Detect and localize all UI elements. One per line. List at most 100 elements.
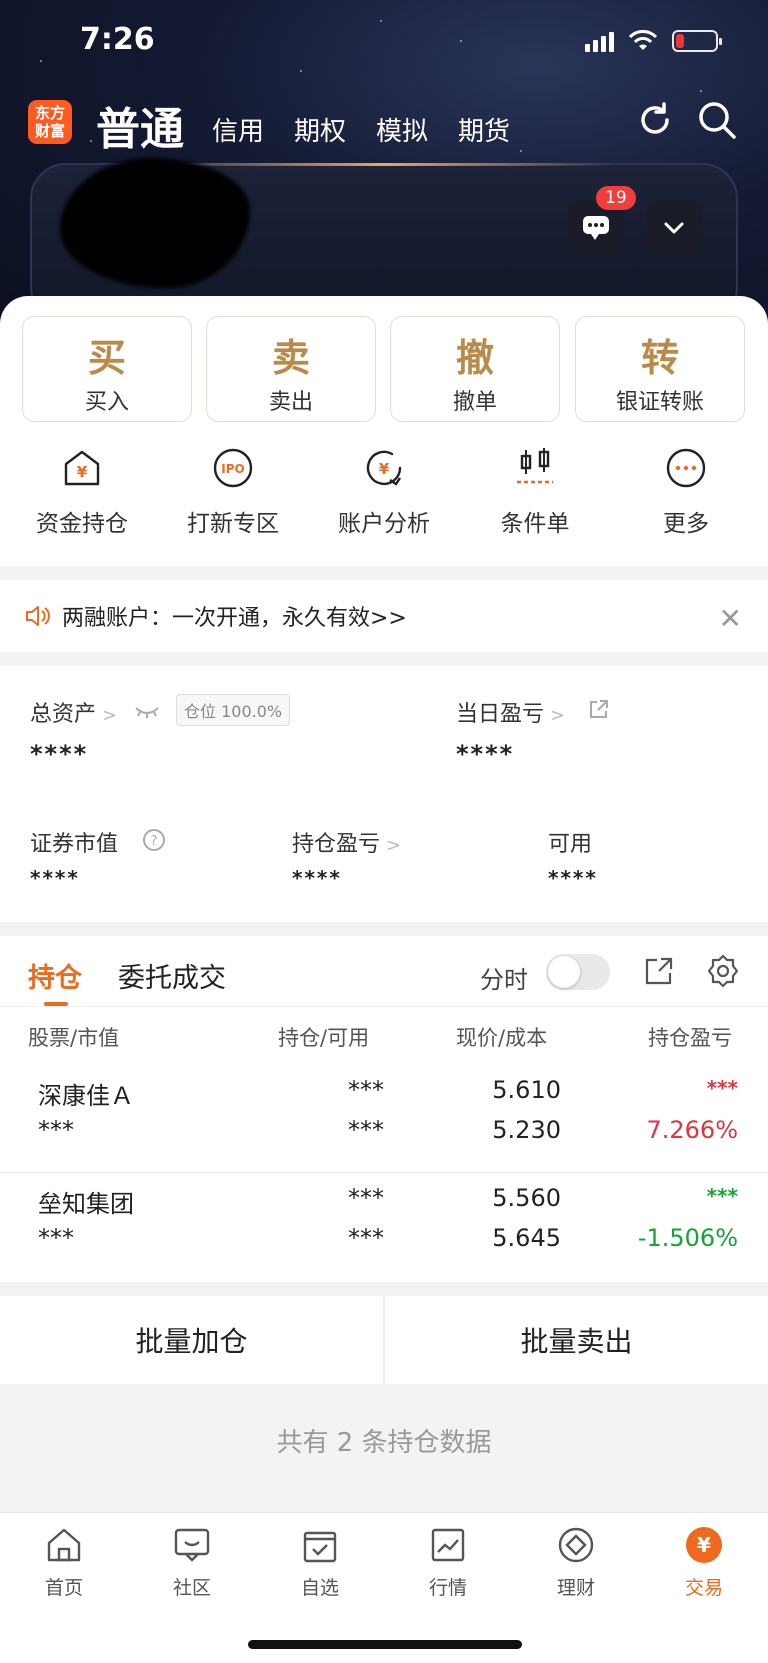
holding-pl-amount: *** bbox=[706, 1076, 738, 1100]
col-stock-value: 股票/市值 bbox=[28, 1026, 120, 1050]
daily-pl-label[interactable]: 当日盈亏 > bbox=[456, 696, 565, 728]
holding-pl-percent: -1.506% bbox=[637, 1224, 738, 1252]
trade-panel: 买 买入 卖 卖出 撤 撤单 转 银证转账 ¥ 资金持仓 IPO 打新专区 ¥ … bbox=[0, 296, 768, 566]
tab-credit[interactable]: 信用 bbox=[212, 111, 264, 148]
table-row[interactable]: 垒知集团 *** *** *** 5.560 5.645 *** -1.506% bbox=[0, 1174, 768, 1280]
stock-name: 深康佳Ａ bbox=[38, 1082, 134, 1110]
holding-pl-label[interactable]: 持仓盈亏 > bbox=[292, 826, 401, 858]
wealth-icon bbox=[558, 1527, 594, 1563]
tabbar-trade[interactable]: ¥ 交易 bbox=[654, 1525, 754, 1600]
quick-more[interactable]: 更多 bbox=[611, 446, 761, 538]
total-assets-label[interactable]: 总资产 > bbox=[30, 696, 117, 728]
share-icon[interactable] bbox=[588, 698, 610, 720]
bank-transfer-button[interactable]: 转 银证转账 bbox=[575, 316, 745, 422]
tab-normal[interactable]: 普通 bbox=[96, 93, 184, 157]
cost-price: 5.230 bbox=[492, 1116, 561, 1144]
assets-summary: 总资产 > 仓位 100.0% **** 当日盈亏 > **** 证券市值 ? **… bbox=[0, 666, 768, 922]
margin-notice-banner[interactable]: 两融账户：一次开通，永久有效>> ✕ bbox=[0, 580, 768, 652]
buy-button[interactable]: 买 买入 bbox=[22, 316, 192, 422]
market-icon bbox=[431, 1528, 465, 1562]
holdings-count-text: 共有 2 条持仓数据 bbox=[276, 1428, 492, 1458]
sell-button[interactable]: 卖 卖出 bbox=[206, 316, 376, 422]
quick-fund-holdings[interactable]: ¥ 资金持仓 bbox=[7, 446, 157, 538]
holding-pl-value: **** bbox=[292, 866, 342, 890]
home-indicator bbox=[248, 1640, 522, 1649]
home-icon bbox=[47, 1528, 81, 1562]
market-value: **** bbox=[30, 866, 80, 890]
status-icons bbox=[585, 30, 722, 52]
svg-text:IPO: IPO bbox=[221, 462, 244, 476]
holding-pl-amount: *** bbox=[706, 1184, 738, 1208]
table-row[interactable]: 深康佳Ａ *** *** *** 5.610 5.230 *** 7.266% bbox=[0, 1066, 768, 1172]
search-icon[interactable] bbox=[696, 99, 738, 141]
available-qty: *** bbox=[348, 1116, 384, 1144]
quick-ipo[interactable]: IPO 打新专区 bbox=[158, 446, 308, 538]
battery-icon bbox=[672, 30, 722, 52]
col-price-cost: 现价/成本 bbox=[456, 1026, 548, 1050]
quick-condition-order[interactable]: 条件单 bbox=[460, 446, 610, 538]
svg-text:?: ? bbox=[151, 834, 158, 849]
analysis-icon: ¥ bbox=[366, 450, 402, 486]
wifi-icon bbox=[628, 30, 658, 50]
notice-text: 两融账户：一次开通，永久有效>> bbox=[62, 606, 407, 631]
intraday-label: 分时 bbox=[480, 966, 528, 994]
holdings-panel: 持仓 委托成交 分时 股票/市值 持仓/可用 现价/成本 持仓盈亏 深康佳Ａ *… bbox=[0, 936, 768, 1282]
cancel-order-button[interactable]: 撤 撤单 bbox=[390, 316, 560, 422]
intraday-toggle[interactable] bbox=[546, 954, 610, 990]
settings-icon[interactable] bbox=[706, 954, 740, 988]
speaker-icon bbox=[26, 606, 50, 626]
batch-add-button[interactable]: 批量加仓 bbox=[0, 1296, 383, 1384]
chat-bubble-icon bbox=[583, 216, 609, 240]
tabbar-community[interactable]: 社区 bbox=[142, 1525, 242, 1600]
fund-house-icon: ¥ bbox=[64, 450, 100, 486]
position-qty: *** bbox=[348, 1184, 384, 1212]
stock-market-value: *** bbox=[38, 1224, 74, 1252]
tabbar-market[interactable]: 行情 bbox=[398, 1525, 498, 1600]
daily-pl-value: **** bbox=[456, 740, 515, 768]
current-price: 5.610 bbox=[492, 1076, 561, 1104]
redacted-account-info bbox=[60, 158, 250, 288]
available-qty: *** bbox=[348, 1224, 384, 1252]
col-position-available: 持仓/可用 bbox=[278, 1026, 370, 1050]
hide-eye-icon[interactable] bbox=[134, 704, 160, 718]
top-nav: 东方 财富 普通 信用 期权 模拟 期货 bbox=[28, 95, 738, 155]
app-logo: 东方 财富 bbox=[28, 100, 72, 144]
position-qty: *** bbox=[348, 1076, 384, 1104]
account-dropdown-button[interactable] bbox=[646, 200, 702, 256]
col-holding-pl: 持仓盈亏 bbox=[648, 1026, 732, 1050]
svg-text:¥: ¥ bbox=[697, 1533, 711, 1557]
stock-name: 垒知集团 bbox=[38, 1190, 134, 1218]
tabbar-watchlist[interactable]: 自选 bbox=[270, 1525, 370, 1600]
refresh-icon[interactable] bbox=[634, 99, 676, 141]
tabbar-home[interactable]: 首页 bbox=[14, 1525, 114, 1600]
more-icon bbox=[666, 448, 706, 488]
messages-badge: 19 bbox=[596, 186, 636, 210]
market-value-label: 证券市值 bbox=[30, 832, 119, 857]
svg-text:¥: ¥ bbox=[379, 460, 390, 478]
total-assets-value: **** bbox=[30, 740, 89, 768]
available-label: 可用 bbox=[548, 832, 593, 857]
batch-actions: 批量加仓 批量卖出 bbox=[0, 1296, 768, 1384]
stock-market-value: *** bbox=[38, 1116, 74, 1144]
holding-pl-percent: 7.266% bbox=[646, 1116, 738, 1144]
tab-simulated[interactable]: 模拟 bbox=[376, 111, 428, 148]
tab-holdings[interactable]: 持仓 bbox=[28, 956, 82, 995]
current-price: 5.560 bbox=[492, 1184, 561, 1212]
condition-icon bbox=[517, 448, 553, 484]
batch-sell-button[interactable]: 批量卖出 bbox=[385, 1296, 768, 1384]
cellular-signal-icon bbox=[585, 30, 614, 52]
quick-account-analysis[interactable]: ¥ 账户分析 bbox=[309, 446, 459, 538]
tabbar-wealth[interactable]: 理财 bbox=[526, 1525, 626, 1600]
tab-orders[interactable]: 委托成交 bbox=[118, 956, 226, 995]
tab-futures[interactable]: 期货 bbox=[458, 111, 510, 148]
export-icon[interactable] bbox=[644, 956, 674, 986]
watchlist-icon bbox=[303, 1531, 337, 1563]
help-icon[interactable]: ? bbox=[142, 828, 166, 852]
svg-text:¥: ¥ bbox=[77, 463, 88, 481]
cost-price: 5.645 bbox=[492, 1224, 561, 1252]
trade-icon: ¥ bbox=[686, 1527, 722, 1563]
tab-options[interactable]: 期权 bbox=[294, 111, 346, 148]
community-icon bbox=[174, 1528, 210, 1562]
close-icon[interactable]: ✕ bbox=[719, 602, 742, 635]
status-time: 7:26 bbox=[80, 22, 155, 57]
